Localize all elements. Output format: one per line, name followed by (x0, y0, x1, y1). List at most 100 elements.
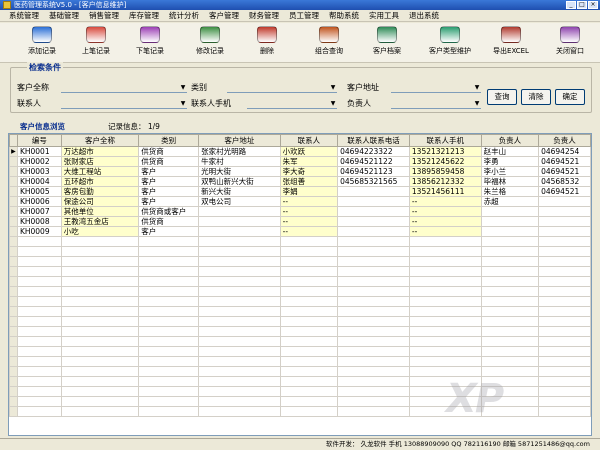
row-selector[interactable] (9, 406, 18, 417)
table-row[interactable] (9, 266, 591, 277)
table-cell (480, 266, 540, 277)
query-button[interactable]: 查询 (487, 89, 517, 105)
row-selector[interactable] (9, 206, 18, 217)
table-row[interactable]: KH0008 王教湾五金店 供货商 -- -- (9, 216, 591, 227)
table-row[interactable] (9, 296, 591, 307)
menu-item[interactable]: 销售管理 (84, 10, 124, 22)
menu-item[interactable]: 员工管理 (284, 10, 324, 22)
row-selector[interactable] (9, 246, 18, 257)
table-row[interactable]: KH0006 保途公司 客户 双电公司 -- -- 赤超 (9, 196, 591, 207)
row-selector[interactable] (9, 396, 18, 407)
minimize-button[interactable]: _ (566, 1, 576, 9)
edit-record-button[interactable]: 修改记录 (180, 26, 240, 60)
table-row[interactable] (9, 326, 591, 337)
table-row[interactable] (9, 346, 591, 357)
column-header[interactable]: 负责人 (538, 134, 591, 147)
close-window-button[interactable]: 关闭窗口 (540, 26, 600, 60)
row-selector[interactable] (9, 176, 18, 187)
menu-item[interactable]: 客户管理 (204, 10, 244, 22)
column-header[interactable]: 联系人联系电话 (337, 134, 410, 147)
row-selector[interactable]: ▶ (9, 146, 18, 157)
table-row[interactable] (9, 366, 591, 377)
column-header[interactable]: 客户地址 (198, 134, 281, 147)
table-row[interactable] (9, 256, 591, 267)
menu-item[interactable]: 库存管理 (124, 10, 164, 22)
row-selector[interactable] (9, 216, 18, 227)
row-selector[interactable] (9, 156, 18, 167)
menu-item[interactable]: 财务管理 (244, 10, 284, 22)
close-button[interactable]: × (588, 1, 598, 9)
row-selector[interactable] (9, 196, 18, 207)
export-excel-button[interactable]: 导出EXCEL (481, 26, 541, 60)
column-header[interactable]: 负责人 (480, 134, 540, 147)
row-selector[interactable] (9, 336, 18, 347)
row-selector[interactable] (9, 356, 18, 367)
row-selector[interactable] (9, 316, 18, 327)
combo-query-button[interactable]: 组合查询 (299, 26, 359, 60)
confirm-button[interactable]: 确定 (555, 89, 585, 105)
table-row[interactable]: KH0004 五环超市 客户 双鸭山新兴大街 张组善 045685321565 138562… (9, 176, 591, 187)
row-selector[interactable] (9, 306, 18, 317)
table-row[interactable] (9, 276, 591, 287)
owner-combo[interactable]: ▼ (391, 97, 481, 109)
table-row[interactable]: ▶ KH0001 万达超市 供货商 张家村光明路 小欢跃 04694223322 135213… (9, 146, 591, 157)
table-row[interactable]: KH0007 其他单位 供货商或客户 -- -- (9, 206, 591, 217)
column-header[interactable]: 联系人 (279, 134, 339, 147)
table-row[interactable] (9, 336, 591, 347)
row-selector[interactable] (9, 346, 18, 357)
table-row[interactable] (9, 246, 591, 257)
next-record-button[interactable]: 下笔记录 (120, 26, 180, 60)
customer-name-combo[interactable]: ▼ (61, 81, 187, 93)
table-row[interactable] (9, 406, 591, 417)
row-selector[interactable] (9, 386, 18, 397)
column-header[interactable]: 客户全称 (60, 134, 140, 147)
prev-record-button[interactable]: 上笔记录 (66, 26, 126, 60)
table-row[interactable]: KH0003 大维工程站 客户 光明大街 李大奇 04694521123 138958594… (9, 166, 591, 177)
maximize-button[interactable]: □ (577, 1, 587, 9)
table-cell (16, 396, 62, 407)
column-header[interactable]: 类别 (138, 134, 200, 147)
table-row[interactable] (9, 316, 591, 327)
table-row[interactable] (9, 386, 591, 397)
menu-item[interactable]: 统计分析 (164, 10, 204, 22)
customer-file-button[interactable]: 客户档案 (357, 26, 417, 60)
table-row[interactable]: KH0002 张财家店 供货商 牛家村 朱军 04694521122 13521245622… (9, 156, 591, 167)
address-combo[interactable]: ▼ (391, 81, 481, 93)
customer-type-button[interactable]: 客户类型维护 (420, 26, 480, 60)
row-selector[interactable] (9, 286, 18, 297)
row-selector[interactable] (9, 326, 18, 337)
customer-grid[interactable]: 编号 客户全称 类别 客户地址 联系人 联系人联系电话 联系人手机 负责人 负责人 ▶ KH000… (8, 133, 592, 436)
row-selector[interactable] (9, 376, 18, 387)
contact-phone-combo[interactable]: ▼ (247, 97, 337, 109)
menu-item[interactable]: 实用工具 (364, 10, 404, 22)
menu-item[interactable]: 基础管理 (44, 10, 84, 22)
contact-combo[interactable]: ▼ (61, 97, 187, 109)
menu-item[interactable]: 帮助系统 (324, 10, 364, 22)
row-selector[interactable] (9, 256, 18, 267)
row-selector[interactable] (9, 296, 18, 307)
column-header[interactable]: 联系人手机 (408, 134, 482, 147)
add-record-button[interactable]: 添加记录 (12, 26, 72, 60)
table-row[interactable] (9, 306, 591, 317)
row-selector[interactable] (9, 226, 18, 237)
table-row[interactable] (9, 376, 591, 387)
row-selector[interactable] (9, 266, 18, 277)
table-row[interactable] (9, 356, 591, 367)
delete-button[interactable]: 删除 (237, 26, 297, 60)
table-row[interactable] (9, 396, 591, 407)
row-selector[interactable] (9, 186, 18, 197)
table-row[interactable] (9, 236, 591, 247)
row-selector[interactable] (9, 166, 18, 177)
row-selector[interactable] (9, 276, 18, 287)
row-selector[interactable] (9, 236, 18, 247)
clear-button[interactable]: 清除 (521, 89, 551, 105)
menu-item[interactable]: 退出系统 (404, 10, 444, 22)
table-row[interactable]: KH0005 客房包勤 客户 新兴大街 李娟 13521456111 朱兰格 04694521 (9, 186, 591, 197)
table-row[interactable]: KH0009 小吃 客户 -- -- (9, 226, 591, 237)
row-selector[interactable] (9, 366, 18, 377)
menu-item[interactable]: 系统管理 (4, 10, 44, 22)
column-header[interactable]: 编号 (16, 134, 62, 147)
table-cell (138, 346, 200, 357)
table-row[interactable] (9, 286, 591, 297)
category-combo[interactable]: ▼ (227, 81, 337, 93)
